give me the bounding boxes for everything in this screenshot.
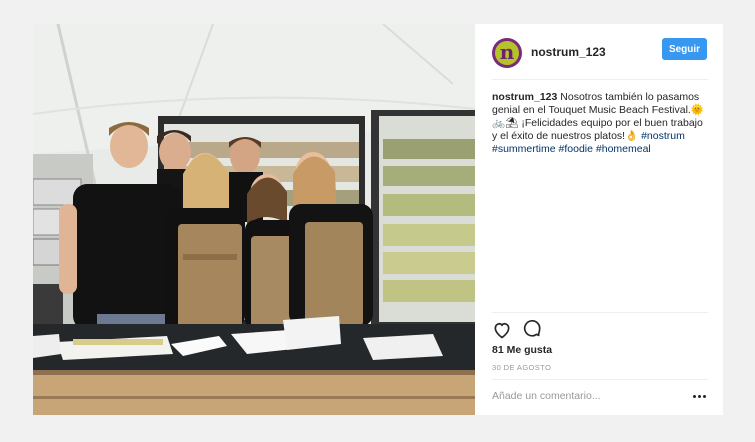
comment-icon[interactable] bbox=[522, 319, 542, 340]
comment-divider bbox=[492, 379, 708, 380]
post-photo[interactable] bbox=[33, 24, 475, 415]
post-card: n nostrum_123 Seguir nostrum_123 Nosotro… bbox=[33, 24, 723, 415]
hashtag-summertime[interactable]: #summertime bbox=[492, 143, 556, 155]
likes-count[interactable]: 81 Me gusta bbox=[492, 344, 552, 356]
post-sidebar: n nostrum_123 Seguir nostrum_123 Nosotro… bbox=[475, 24, 723, 415]
post-date: 30 DE AGOSTO bbox=[492, 363, 552, 372]
avatar-logo: n bbox=[495, 41, 519, 65]
avatar[interactable]: n bbox=[492, 38, 522, 68]
actions-divider bbox=[492, 312, 708, 313]
username-link[interactable]: nostrum_123 bbox=[531, 45, 606, 59]
bike-umbrella-emoji: 🚲⛱ bbox=[492, 117, 519, 129]
comment-input[interactable]: Añade un comentario... bbox=[492, 390, 672, 402]
caption-username[interactable]: nostrum_123 bbox=[492, 91, 557, 103]
heart-icon[interactable] bbox=[492, 320, 512, 340]
ellipsis-icon[interactable] bbox=[693, 393, 707, 399]
hashtag-homemeal[interactable]: #homemeal bbox=[596, 143, 651, 155]
hashtag-nostrum[interactable]: #nostrum bbox=[641, 130, 685, 142]
post-header: n nostrum_123 Seguir bbox=[492, 37, 708, 77]
post-caption: nostrum_123 Nosotros también lo pasamos … bbox=[492, 91, 708, 156]
hashtag-foodie[interactable]: #foodie bbox=[559, 143, 593, 155]
follow-button[interactable]: Seguir bbox=[662, 38, 707, 60]
photo-illustration bbox=[33, 24, 475, 415]
header-divider bbox=[492, 79, 708, 80]
post-actions bbox=[492, 319, 708, 340]
sun-emoji: 🌞 bbox=[690, 104, 704, 116]
ok-hand-emoji: 👌 bbox=[625, 130, 639, 142]
